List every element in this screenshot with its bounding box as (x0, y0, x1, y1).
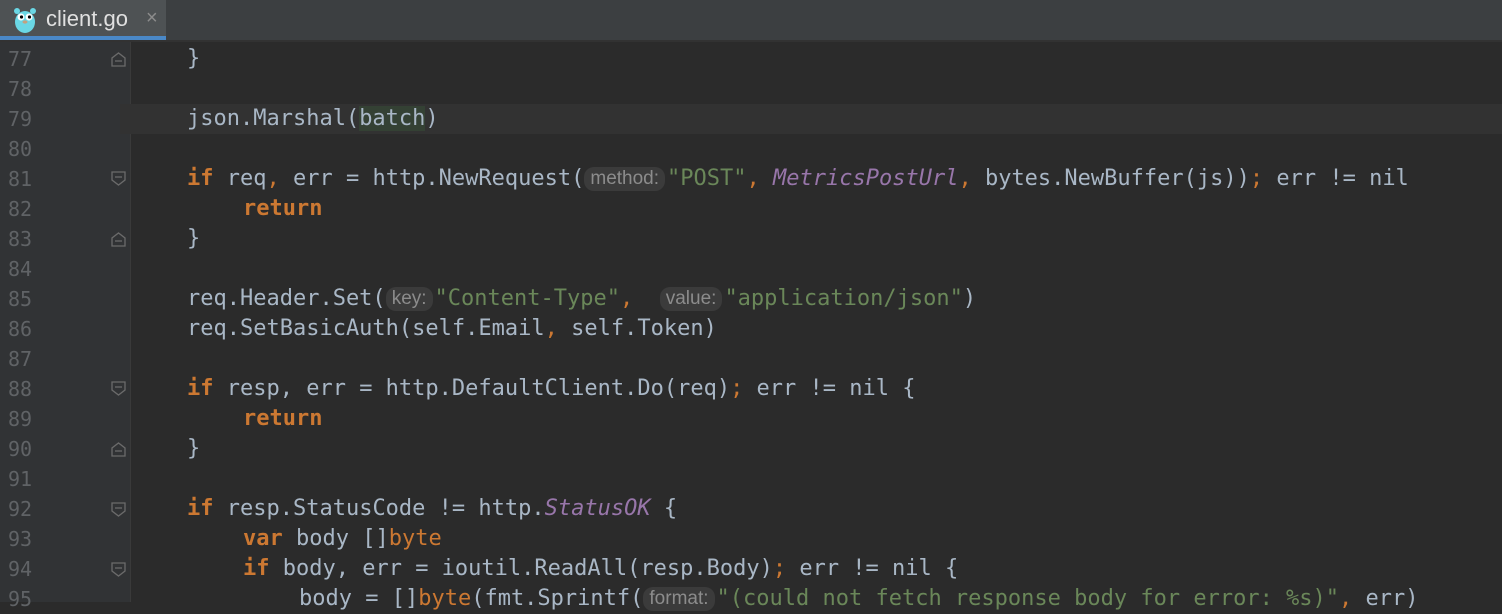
punctuation: , (746, 166, 760, 191)
code-line-90[interactable]: } (187, 434, 200, 464)
code-text: err != nil (1263, 166, 1409, 191)
constant: StatusOK (544, 496, 651, 521)
keyword: if (187, 496, 214, 521)
line-number: 91 (8, 467, 33, 491)
code-line-79[interactable]: json.Marshal(batch) (187, 104, 439, 134)
code-line-81[interactable]: if req, err = http.NewRequest(method: "PO… (187, 164, 1409, 194)
code-line-88[interactable]: if resp, err = http.DefaultClient.Do(req… (187, 374, 916, 404)
code-line-82[interactable]: return (243, 194, 322, 224)
line-number: 95 (8, 587, 33, 611)
parameter-hint: value: (659, 287, 723, 311)
line-number: 86 (8, 317, 33, 341)
fold-end-icon[interactable] (110, 441, 127, 458)
keyword: return (243, 196, 323, 221)
keyword: if (187, 376, 214, 401)
parameter-hint: method: (584, 167, 666, 191)
close-tab-icon[interactable]: × (146, 7, 158, 30)
punctuation: ; (1249, 166, 1264, 191)
code-line-77[interactable]: } (187, 44, 200, 74)
line-number: 82 (8, 197, 33, 221)
code-line-83[interactable]: } (187, 224, 200, 254)
fold-start-icon[interactable] (110, 170, 127, 187)
line-number: 84 (8, 257, 33, 281)
variable-batch: batch (359, 106, 426, 131)
punctuation: ; (772, 556, 787, 581)
line-number: 87 (8, 347, 33, 371)
code-text: (fmt.Sprintf( (471, 586, 644, 611)
editor-tab-bar: client.go × (0, 0, 1502, 42)
fold-start-icon[interactable] (110, 501, 127, 518)
code-line-92[interactable]: if resp.StatusCode != http.StatusOK { (187, 494, 677, 524)
constant: MetricsPostUrl (773, 166, 959, 191)
line-number: 90 (8, 437, 33, 461)
code-text: req (213, 166, 267, 191)
line-number: 89 (8, 407, 33, 431)
keyword: return (243, 406, 323, 431)
punctuation: ; (730, 376, 744, 401)
line-number: 79 (8, 107, 33, 131)
code-line-86[interactable]: req.SetBasicAuth(self.Email, self.Token) (187, 314, 717, 344)
punctuation: , (619, 286, 634, 311)
code-text: self.Token) (557, 316, 717, 341)
code-text: bytes.NewBuffer(js)) (971, 166, 1250, 191)
punctuation: , (544, 316, 558, 341)
code-text: body [] (282, 526, 389, 551)
line-number: 83 (8, 227, 33, 251)
code-line-85[interactable]: req.Header.Set(key: "Content-Type", value… (187, 284, 976, 314)
code-text: err != nil { (786, 556, 959, 581)
closing-brace: } (187, 436, 201, 461)
file-tab[interactable]: client.go × (0, 0, 166, 40)
code-text: err) (1352, 586, 1419, 611)
keyword: if (187, 166, 214, 191)
type-name: byte (418, 586, 472, 611)
string-literal: "(could not fetch response body for erro… (716, 586, 1340, 611)
keyword: if (243, 556, 270, 581)
code-text: ) (425, 106, 439, 131)
parameter-hint: key: (385, 287, 433, 311)
keyword: var (243, 526, 283, 551)
tab-filename: client.go (46, 6, 128, 31)
code-text: resp, err = http.DefaultClient.Do(req) (213, 376, 731, 401)
code-line-93[interactable]: var body []byte (243, 524, 442, 554)
fold-start-icon[interactable] (110, 561, 127, 578)
code-text: body, err = ioutil.ReadAll(resp.Body) (269, 556, 773, 581)
code-text: req.SetBasicAuth(self.Email (187, 316, 545, 341)
line-number: 85 (8, 287, 33, 311)
type-name: byte (388, 526, 442, 551)
fold-end-icon[interactable] (110, 231, 127, 248)
line-number: 77 (8, 47, 33, 71)
fold-start-icon[interactable] (110, 380, 127, 397)
string-literal: "POST" (667, 166, 747, 191)
code-text: body = [] (299, 586, 419, 611)
closing-brace: } (187, 46, 201, 71)
code-text: ) (962, 286, 977, 311)
line-number: 93 (8, 527, 33, 551)
line-number: 94 (8, 557, 33, 581)
code-line-94[interactable]: if body, err = ioutil.ReadAll(resp.Body)… (243, 554, 958, 584)
punctuation: , (958, 166, 972, 191)
punctuation: , (266, 166, 280, 191)
code-line-89[interactable]: return (243, 404, 322, 434)
code-text: err != nil { (743, 376, 916, 401)
line-number: 81 (8, 167, 33, 191)
fold-end-icon[interactable] (110, 51, 127, 68)
punctuation: , (1339, 586, 1353, 611)
parameter-hint: format: (643, 587, 715, 611)
go-gopher-icon (14, 8, 36, 33)
code-text: { (650, 496, 678, 521)
code-text: req.Header.Set( (187, 286, 386, 311)
closing-brace: } (187, 226, 201, 251)
code-text: err = http.NewRequest( (279, 166, 585, 191)
code-text: resp.StatusCode != http. (213, 496, 545, 521)
line-number: 88 (8, 377, 33, 401)
string-literal: "Content-Type" (434, 286, 620, 311)
code-text: json.Marshal( (187, 106, 360, 131)
line-number: 80 (8, 137, 33, 161)
string-literal: "application/json" (724, 286, 963, 311)
code-line-95[interactable]: body = []byte(fmt.Sprintf(format: "(could… (299, 584, 1419, 614)
line-number: 78 (8, 77, 33, 101)
line-number: 92 (8, 497, 33, 521)
